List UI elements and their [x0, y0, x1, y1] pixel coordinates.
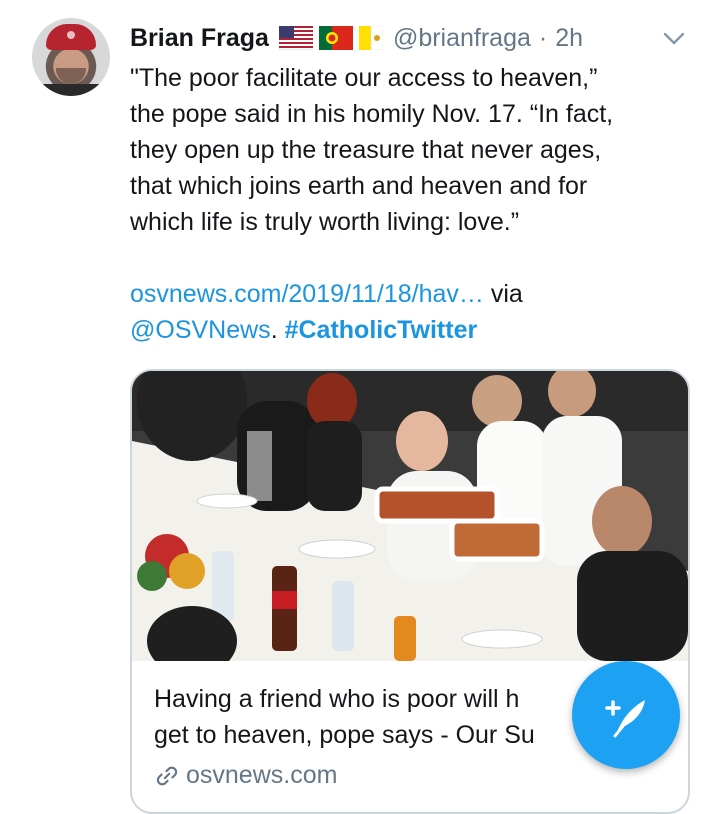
beard-shape — [56, 68, 86, 84]
shirt-shape — [32, 84, 110, 96]
card-domain: osvnews.com — [154, 761, 337, 790]
us-flag-icon — [278, 26, 313, 50]
cap-shape — [46, 24, 96, 50]
tweet-text-line: they open up the treasure that never age… — [130, 136, 602, 164]
tweet-links: osvnews.com/2019/11/18/hav… via @OSVNews… — [130, 276, 690, 348]
author-name[interactable]: Brian Fraga — [130, 24, 269, 53]
tweet-text-line: the pope said in his homily Nov. 17. “In… — [130, 100, 614, 128]
tweet-timestamp[interactable]: 2h — [555, 24, 583, 53]
tweet-header: Brian Fraga @brianfraga · 2h — [130, 18, 583, 58]
compose-tweet-button[interactable] — [572, 661, 680, 769]
period-text: . — [270, 316, 285, 344]
photo-image — [132, 371, 688, 661]
mention-link[interactable]: @OSVNews — [130, 316, 271, 344]
card-image[interactable] — [132, 371, 688, 661]
tweet-text-line: "The poor facilitate our access to heave… — [130, 64, 598, 92]
link-icon — [156, 766, 178, 785]
tweet-text-line: that which joins earth and heaven and fo… — [130, 172, 588, 200]
header-separator: · — [538, 23, 548, 52]
compose-tweet-icon — [605, 700, 645, 738]
via-text: via — [483, 280, 523, 308]
tweet-text-line: which life is truly worth living: love.” — [130, 208, 520, 236]
hashtag-link[interactable]: #CatholicTwitter — [285, 316, 478, 344]
article-link[interactable]: osvnews.com/2019/11/18/hav… — [130, 280, 484, 308]
card-domain-text: osvnews.com — [186, 761, 338, 789]
portugal-flag-icon — [318, 26, 353, 50]
flag-emojis — [278, 26, 383, 50]
author-handle[interactable]: @brianfraga — [393, 24, 531, 53]
author-avatar[interactable] — [32, 18, 110, 96]
chevron-down-icon[interactable] — [660, 28, 688, 48]
tweet-text: "The poor facilitate our access to heave… — [130, 60, 690, 240]
vatican-flag-icon — [358, 26, 383, 50]
